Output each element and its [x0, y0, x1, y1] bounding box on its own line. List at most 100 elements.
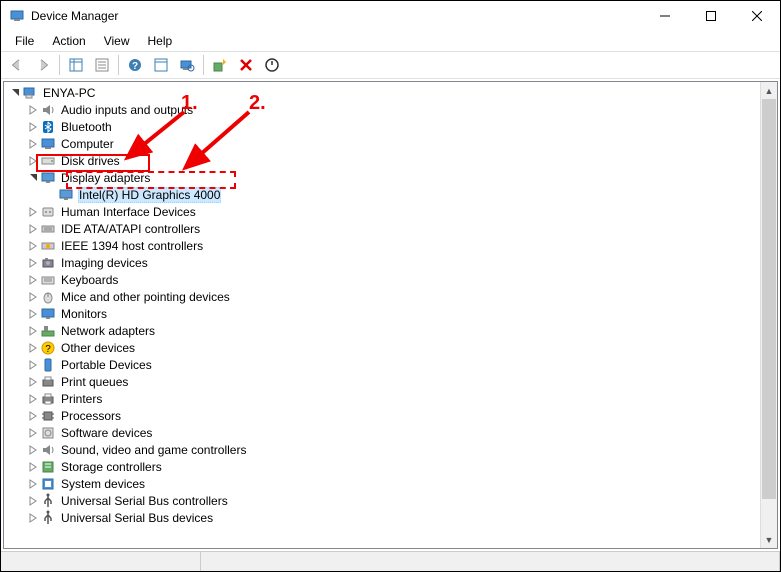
bluetooth-icon	[40, 119, 56, 135]
tree-item[interactable]: ? Other devices	[4, 339, 777, 356]
tree-item[interactable]: IEEE 1394 host controllers	[4, 237, 777, 254]
expand-icon[interactable]	[26, 224, 40, 234]
minimize-button[interactable]	[642, 1, 688, 31]
tree-item[interactable]: Bluetooth	[4, 118, 777, 135]
back-button[interactable]	[5, 53, 29, 77]
tree-label: Portable Devices	[60, 358, 153, 372]
tree-item[interactable]: Disk drives	[4, 152, 777, 169]
tree-label: Storage controllers	[60, 460, 163, 474]
expand-icon[interactable]	[26, 156, 40, 166]
tree-item[interactable]: Universal Serial Bus controllers	[4, 492, 777, 509]
ieee-icon	[40, 238, 56, 254]
tree-item[interactable]: Storage controllers	[4, 458, 777, 475]
update-driver-button[interactable]	[208, 53, 232, 77]
tree-item[interactable]: Software devices	[4, 424, 777, 441]
usb-icon	[40, 493, 56, 509]
expand-icon[interactable]	[26, 258, 40, 268]
expand-icon[interactable]	[26, 377, 40, 387]
expand-icon[interactable]	[26, 309, 40, 319]
uninstall-button[interactable]	[234, 53, 258, 77]
cpu-icon	[40, 408, 56, 424]
tree-label: Human Interface Devices	[60, 205, 197, 219]
tree-label: Intel(R) HD Graphics 4000	[78, 187, 221, 203]
expand-icon[interactable]	[26, 292, 40, 302]
scan-hardware-button[interactable]	[175, 53, 199, 77]
scroll-thumb[interactable]	[762, 99, 776, 499]
statusbar	[1, 551, 780, 571]
expand-icon[interactable]	[26, 173, 40, 183]
maximize-button[interactable]	[688, 1, 734, 31]
expand-icon[interactable]	[26, 275, 40, 285]
tree-label: Bluetooth	[60, 120, 113, 134]
tree-item[interactable]: Computer	[4, 135, 777, 152]
tree-item[interactable]: Portable Devices	[4, 356, 777, 373]
tree-item[interactable]: Monitors	[4, 305, 777, 322]
tree-item[interactable]: Mice and other pointing devices	[4, 288, 777, 305]
expand-icon[interactable]	[8, 88, 22, 98]
printer-icon	[40, 391, 56, 407]
expand-icon[interactable]	[26, 139, 40, 149]
tree-item[interactable]: Network adapters	[4, 322, 777, 339]
tree-item[interactable]: Imaging devices	[4, 254, 777, 271]
tree-item[interactable]: Audio inputs and outputs	[4, 101, 777, 118]
expand-icon[interactable]	[26, 394, 40, 404]
tree-item[interactable]: System devices	[4, 475, 777, 492]
computer-icon	[40, 136, 56, 152]
menu-view[interactable]: View	[96, 33, 138, 49]
expand-icon[interactable]	[26, 207, 40, 217]
usb-icon	[40, 510, 56, 526]
menu-help[interactable]: Help	[140, 33, 181, 49]
help-button[interactable]: ?	[123, 53, 147, 77]
expand-icon[interactable]	[26, 105, 40, 115]
expand-icon[interactable]	[26, 326, 40, 336]
close-button[interactable]	[734, 1, 780, 31]
tree-item[interactable]: Keyboards	[4, 271, 777, 288]
window: Device Manager File Action View Help ? E…	[0, 0, 781, 572]
svg-text:?: ?	[132, 61, 138, 72]
vertical-scrollbar[interactable]: ▲ ▼	[760, 82, 777, 548]
expand-icon[interactable]	[26, 513, 40, 523]
tree-item[interactable]: Universal Serial Bus devices	[4, 509, 777, 526]
expand-icon[interactable]	[26, 360, 40, 370]
tree-item[interactable]: Print queues	[4, 373, 777, 390]
expand-icon[interactable]	[26, 445, 40, 455]
tree-root[interactable]: ENYA-PC	[4, 84, 777, 101]
toolbar: ?	[1, 51, 780, 79]
expand-icon[interactable]	[26, 479, 40, 489]
expand-icon[interactable]	[26, 241, 40, 251]
tree-label: Other devices	[60, 341, 136, 355]
titlebar: Device Manager	[1, 1, 780, 31]
tree-item[interactable]: Processors	[4, 407, 777, 424]
properties-button[interactable]	[90, 53, 114, 77]
forward-button[interactable]	[31, 53, 55, 77]
scroll-up-button[interactable]: ▲	[761, 82, 777, 99]
expand-icon[interactable]	[26, 428, 40, 438]
display-icon	[40, 170, 56, 186]
tree-item[interactable]: IDE ATA/ATAPI controllers	[4, 220, 777, 237]
expand-icon[interactable]	[26, 496, 40, 506]
expand-icon[interactable]	[26, 122, 40, 132]
device-tree[interactable]: ENYA-PCAudio inputs and outputs Bluetooth…	[4, 82, 777, 548]
other-icon: ?	[40, 340, 56, 356]
tree-label: Disk drives	[60, 154, 121, 168]
tree-item[interactable]: Printers	[4, 390, 777, 407]
svg-text:?: ?	[45, 344, 51, 355]
app-icon	[9, 8, 25, 24]
tree-label: Network adapters	[60, 324, 156, 338]
network-icon	[40, 323, 56, 339]
tree-item[interactable]: Intel(R) HD Graphics 4000	[4, 186, 777, 203]
expand-icon[interactable]	[26, 343, 40, 353]
expand-icon[interactable]	[26, 462, 40, 472]
menu-action[interactable]: Action	[44, 33, 93, 49]
tree-item[interactable]: Display adapters	[4, 169, 777, 186]
scroll-down-button[interactable]: ▼	[761, 531, 777, 548]
tree-item[interactable]: Human Interface Devices	[4, 203, 777, 220]
show-hide-tree-button[interactable]	[64, 53, 88, 77]
tree-label: Display adapters	[60, 171, 151, 185]
menu-file[interactable]: File	[7, 33, 42, 49]
disable-button[interactable]	[260, 53, 284, 77]
tree-label: System devices	[60, 477, 146, 491]
tree-item[interactable]: Sound, video and game controllers	[4, 441, 777, 458]
toolbar-button-5[interactable]	[149, 53, 173, 77]
expand-icon[interactable]	[26, 411, 40, 421]
